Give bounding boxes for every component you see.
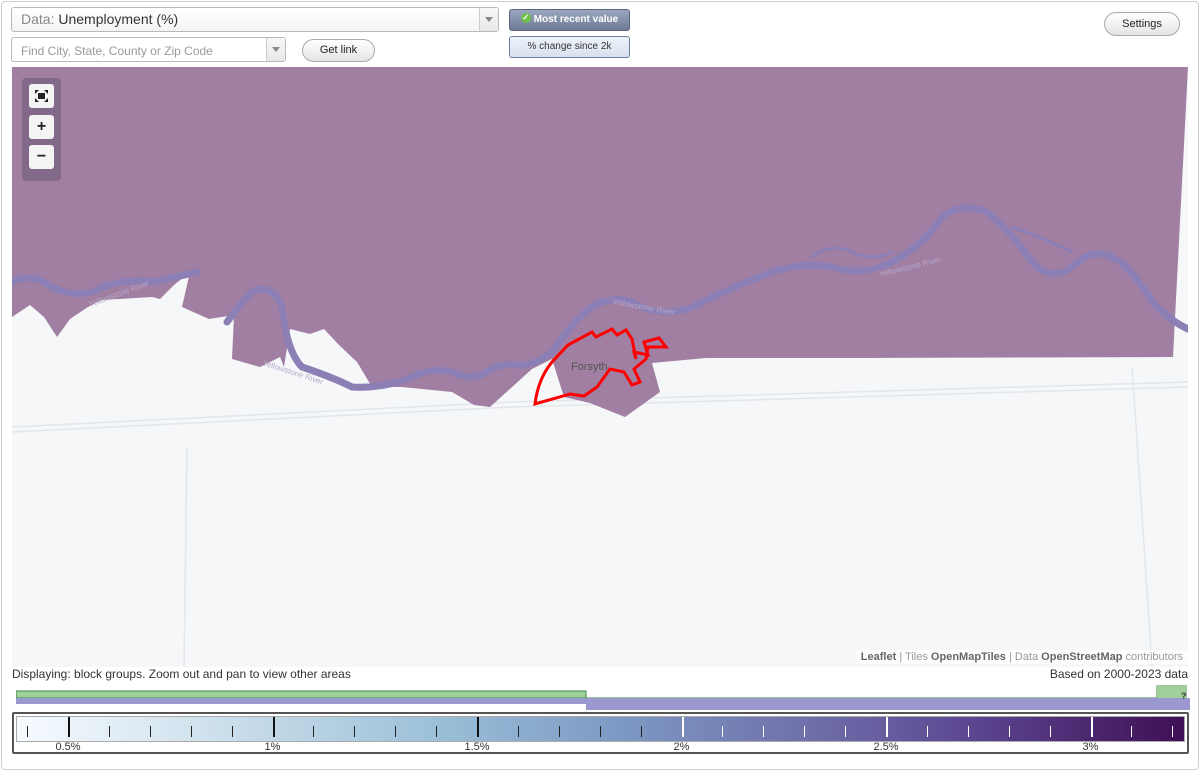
- map-zoom-controls: + −: [22, 78, 61, 181]
- road-lines: [12, 366, 1188, 667]
- data-range-note: Based on 2000-2023 data: [1049, 667, 1188, 681]
- data-select-prefix: Data:: [21, 11, 55, 27]
- fit-bounds-button[interactable]: [29, 84, 54, 108]
- location-search[interactable]: [11, 37, 286, 63]
- color-scale-legend: 0.5% 1% 1.5% 2% 2.5% 3%: [12, 712, 1189, 754]
- chevron-down-icon: [485, 17, 493, 22]
- legend-minor-tick: [517, 726, 519, 737]
- legend-minor-tick: [313, 726, 315, 737]
- legend-minor-tick: [108, 726, 110, 737]
- legend-major-tick: [1090, 717, 1093, 737]
- legend-minor-tick: [1131, 726, 1133, 737]
- attribution-sep: | Tiles: [896, 651, 931, 663]
- leaflet-link[interactable]: Leaflet: [861, 651, 896, 663]
- legend-minor-tick: [599, 726, 601, 737]
- legend-major-tick: [272, 717, 275, 737]
- legend-minor-tick: [354, 726, 356, 737]
- legend-minor-tick: [1049, 726, 1051, 737]
- most-recent-toggle[interactable]: ✓ Most recent value: [509, 9, 630, 31]
- map-layer: Yellowstone River Yellowstone River Yell…: [12, 67, 1188, 667]
- legend-minor-tick: [967, 726, 969, 737]
- fullscreen-icon: [35, 90, 48, 102]
- legend-major-tick: [68, 717, 70, 737]
- legend-tick-label: 3%: [1082, 741, 1099, 753]
- data-select-value: Unemployment (%): [58, 11, 179, 27]
- legend-tick-label: 0.5%: [55, 741, 81, 753]
- openmaptiles-link[interactable]: OpenMapTiles: [931, 651, 1006, 663]
- map-canvas[interactable]: Yellowstone River Yellowstone River Yell…: [12, 67, 1188, 667]
- legend-minor-tick: [231, 726, 233, 737]
- displaying-status: Displaying: block groups. Zoom out and p…: [12, 667, 351, 681]
- attribution-sep: | Data: [1005, 651, 1042, 663]
- change-since-2k-toggle[interactable]: % change since 2k: [509, 36, 630, 58]
- legend-minor-tick: [845, 726, 847, 737]
- legend-minor-tick: [558, 726, 560, 737]
- search-input[interactable]: [12, 38, 273, 63]
- legend-minor-tick: [436, 726, 438, 737]
- settings-button[interactable]: Settings: [1104, 12, 1180, 36]
- legend-minor-tick: [763, 726, 765, 737]
- openstreetmap-link[interactable]: OpenStreetMap: [1041, 651, 1122, 663]
- legend-minor-tick: [804, 726, 806, 737]
- distribution-histogram: [16, 685, 1190, 710]
- histogram-help-icon[interactable]: ?: [1181, 691, 1187, 701]
- legend-major-tick: [886, 717, 888, 737]
- legend-minor-tick: [190, 726, 192, 737]
- legend-tick-label: 1%: [264, 741, 281, 753]
- legend-major-tick: [477, 717, 479, 737]
- data-select-dropdown[interactable]: [479, 8, 498, 31]
- search-dropdown[interactable]: [266, 38, 285, 61]
- histogram-bar: [16, 690, 587, 699]
- data-select[interactable]: Data: Unemployment (%): [11, 7, 499, 32]
- zoom-out-button[interactable]: −: [29, 145, 54, 169]
- legend-minor-tick: [395, 726, 397, 737]
- attribution-tail: contributors: [1122, 651, 1183, 663]
- histogram-bar: [586, 698, 1190, 710]
- get-link-button[interactable]: Get link: [302, 39, 375, 62]
- histogram-line: [585, 685, 1187, 699]
- legend-minor-tick: [1172, 726, 1174, 737]
- chevron-down-icon: [272, 47, 280, 52]
- legend-minor-tick: [926, 726, 928, 737]
- most-recent-label: Most recent value: [533, 14, 619, 25]
- legend-minor-tick: [1008, 726, 1010, 737]
- place-label: Forsyth: [571, 361, 608, 373]
- zoom-in-button[interactable]: +: [29, 115, 54, 139]
- legend-major-tick: [681, 717, 684, 737]
- legend-minor-tick: [640, 726, 642, 737]
- legend-minor-tick: [149, 726, 151, 737]
- histogram-bar: [16, 698, 586, 704]
- legend-minor-tick: [722, 726, 724, 737]
- legend-tick-label: 1.5%: [464, 741, 490, 753]
- check-icon: ✓: [520, 13, 531, 24]
- legend-minor-tick: [27, 726, 29, 737]
- legend-tick-label: 2%: [673, 741, 690, 753]
- legend-tick-label: 2.5%: [873, 741, 899, 753]
- map-attribution: Leaflet | Tiles OpenMapTiles | Data Open…: [855, 650, 1188, 664]
